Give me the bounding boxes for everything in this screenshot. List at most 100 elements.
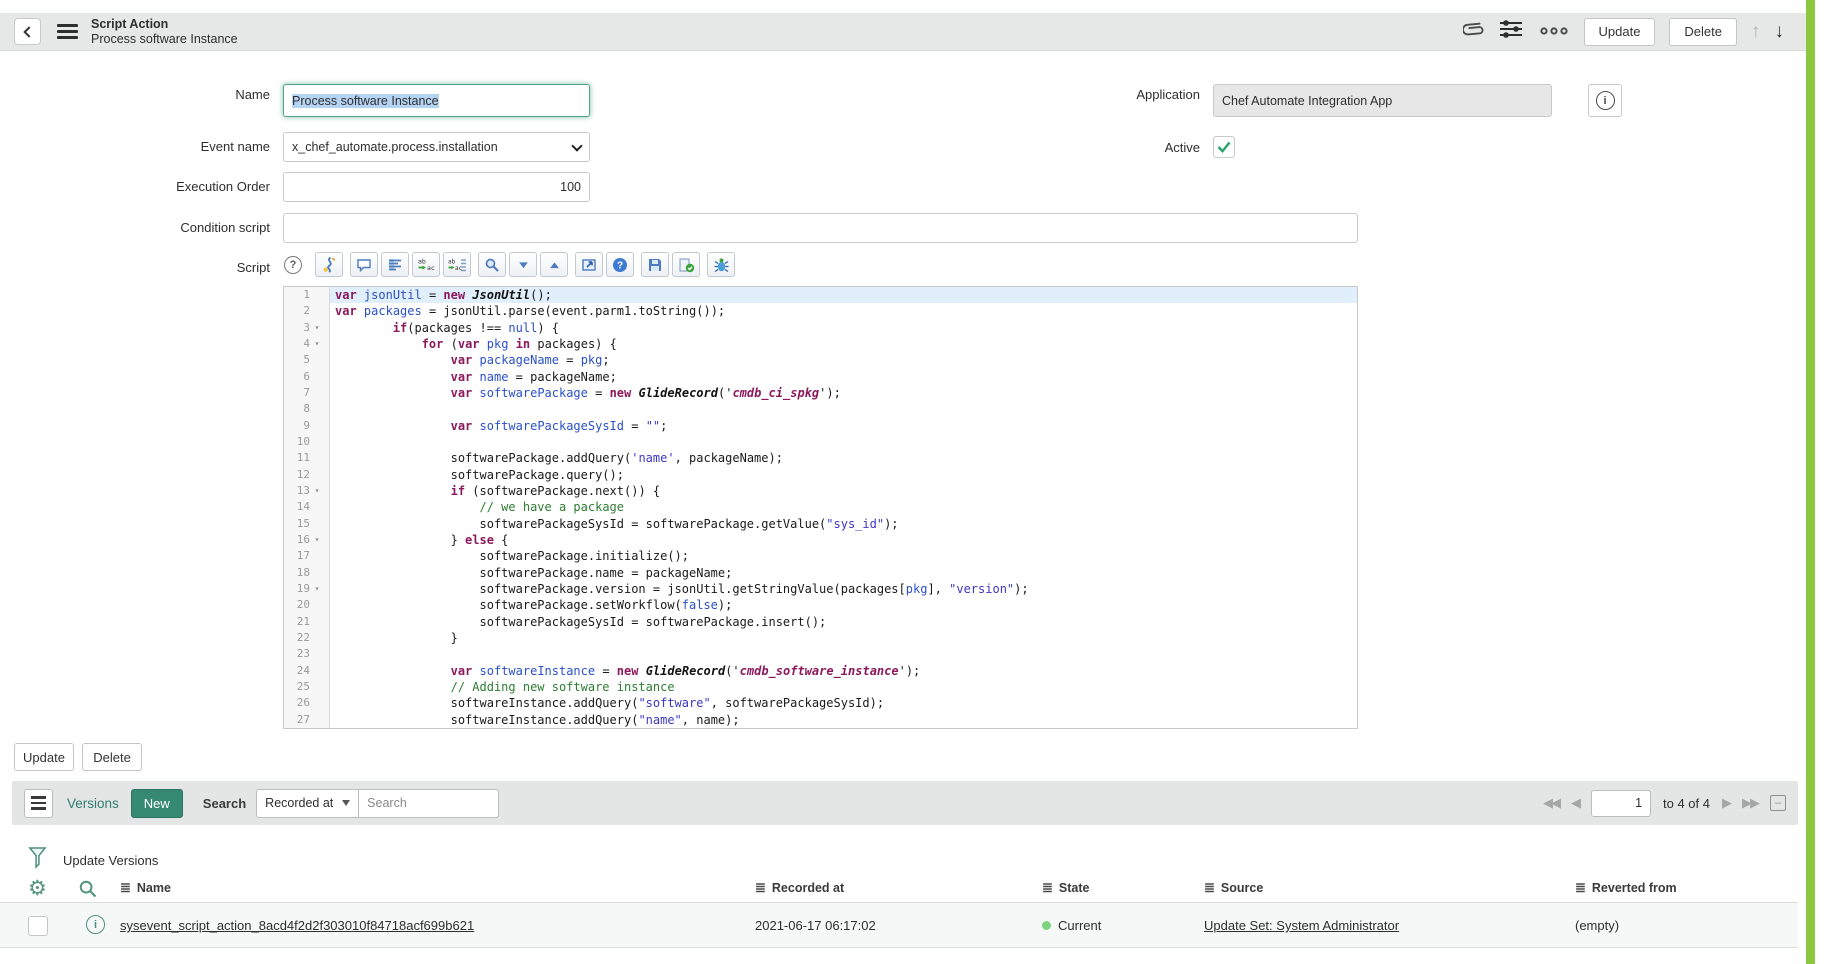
form-header: Script Action Process software Instance … [0,13,1806,51]
list-settings-gear-icon[interactable]: ⚙ [28,878,47,899]
previous-record-icon[interactable]: ↑ [1751,21,1761,43]
column-menu-icon: ≣ [1204,880,1215,896]
script-code-editor[interactable]: 123▾4▾5678910111213▾141516▾171819▾202122… [283,286,1358,729]
row-state: Current [1042,918,1101,933]
toggle-comment-icon[interactable] [350,252,378,277]
event-name-select[interactable]: x_chef_automate.process.installation [283,132,590,162]
find-next-icon[interactable] [509,252,537,277]
list-context-menu-icon[interactable] [24,789,53,818]
script-label: Script [70,260,270,275]
line-number: 27 [284,712,329,728]
filter-icon[interactable] [28,846,47,874]
code-line: softwarePackage.initialize(); [330,548,1357,564]
code-line: softwarePackageSysId = softwarePackage.i… [330,614,1357,630]
code-line: var packages = jsonUtil.parse(event.parm… [330,303,1357,319]
breadcrumb-text[interactable]: Update Versions [63,853,158,868]
form-context-menu-icon[interactable] [57,24,78,39]
first-page-icon[interactable]: ◀◀ [1543,795,1559,811]
column-header-source[interactable]: ≣Source [1204,880,1263,896]
save-icon[interactable] [641,252,669,277]
row-info-button[interactable]: i [86,915,105,934]
pagination-range-text: to 4 of 4 [1663,796,1710,811]
line-number: 24 [284,663,329,679]
line-number: 17 [284,548,329,564]
code-line: var name = packageName; [330,369,1357,385]
list-pagination: ◀◀ ◀ 1 to 4 of 4 ▶ ▶▶ – [1543,790,1786,817]
page-number-input[interactable]: 1 [1591,790,1651,817]
page-number-value: 1 [1635,796,1642,810]
attachment-icon[interactable] [1463,18,1484,46]
application-info-button[interactable]: i [1588,84,1622,117]
svg-text:ab: ab [418,257,426,265]
personalize-form-icon[interactable] [1498,18,1524,45]
svg-text:?: ? [617,260,623,271]
line-number: 9 [284,418,329,434]
script-help-icon[interactable]: ? [284,256,302,274]
name-input[interactable]: Process software Instance [283,84,590,117]
previous-page-icon[interactable]: ◀ [1571,795,1579,811]
syntax-check-icon[interactable] [672,252,700,277]
column-header-name[interactable]: ≣Name [120,880,171,896]
line-number: 25 [284,679,329,695]
help-icon[interactable]: ? [606,252,634,277]
syntax-editor-icon[interactable] [315,252,343,277]
more-options-icon[interactable] [1538,23,1570,41]
back-button[interactable] [14,18,41,45]
format-code-icon[interactable] [381,252,409,277]
line-number: 2 [284,303,329,319]
code-line: if (softwarePackage.next()) { [330,483,1357,499]
record-name-subtitle: Process software Instance [91,32,238,46]
open-in-new-window-icon[interactable] [575,252,603,277]
code-line: softwarePackage.setWorkflow(false); [330,597,1357,613]
active-checkbox[interactable] [1213,136,1235,158]
line-number: 10 [284,434,329,450]
column-header-recorded-at[interactable]: ≣Recorded at [755,880,844,896]
state-dot-icon [1042,921,1051,930]
list-search-input[interactable] [359,789,499,818]
next-record-icon[interactable]: ↓ [1775,21,1785,43]
info-icon: i [1596,91,1615,110]
line-number: 26 [284,695,329,711]
row-source-link[interactable]: Update Set: System Administrator [1204,918,1399,933]
next-page-icon[interactable]: ▶ [1722,795,1730,811]
code-line: softwareInstance.addQuery("name", name); [330,712,1357,728]
column-menu-icon: ≣ [1042,880,1053,896]
search-field-select[interactable]: Recorded at [256,789,359,818]
row-name-link[interactable]: sysevent_script_action_8acd4f2d2f303010f… [120,918,474,933]
line-number: 18 [284,565,329,581]
script-editor-toolbar: ? abacabac? [284,252,735,277]
column-header-state[interactable]: ≣State [1042,880,1089,896]
code-line: for (var pkg in packages) { [330,336,1357,352]
replace-all-icon[interactable]: abac [443,252,471,277]
line-number: 14 [284,499,329,515]
find-icon[interactable] [478,252,506,277]
line-number: 7 [284,385,329,401]
search-field-value: Recorded at [265,796,333,810]
code-line [330,434,1357,450]
line-number: 16▾ [284,532,329,548]
table-row[interactable]: i sysevent_script_action_8acd4f2d2f30301… [0,902,1798,948]
delete-button-header[interactable]: Delete [1669,18,1737,46]
condition-script-input[interactable] [283,213,1358,243]
delete-button-footer[interactable]: Delete [82,743,142,771]
update-button-footer[interactable]: Update [14,743,74,771]
debug-icon[interactable] [707,252,735,277]
last-page-icon[interactable]: ▶▶ [1742,795,1758,811]
code-line: // we have a package [330,499,1357,515]
condition-script-label: Condition script [70,220,270,235]
execution-order-input[interactable]: 100 [283,172,590,202]
replace-icon[interactable]: abac [412,252,440,277]
list-search-icon[interactable] [78,879,98,904]
code-line: softwarePackage.addQuery('name', package… [330,450,1357,466]
update-button-header[interactable]: Update [1584,18,1656,46]
event-name-value: x_chef_automate.process.installation [292,140,498,154]
collapse-list-icon[interactable]: – [1770,795,1786,811]
find-previous-icon[interactable] [540,252,568,277]
column-menu-icon: ≣ [755,880,766,896]
column-header-reverted-from[interactable]: ≣Reverted from [1575,880,1677,896]
line-number: 21 [284,614,329,630]
new-button[interactable]: New [131,789,183,818]
code-line: var softwarePackage = new GlideRecord('c… [330,385,1357,401]
row-checkbox[interactable] [28,916,48,936]
line-number: 11 [284,450,329,466]
